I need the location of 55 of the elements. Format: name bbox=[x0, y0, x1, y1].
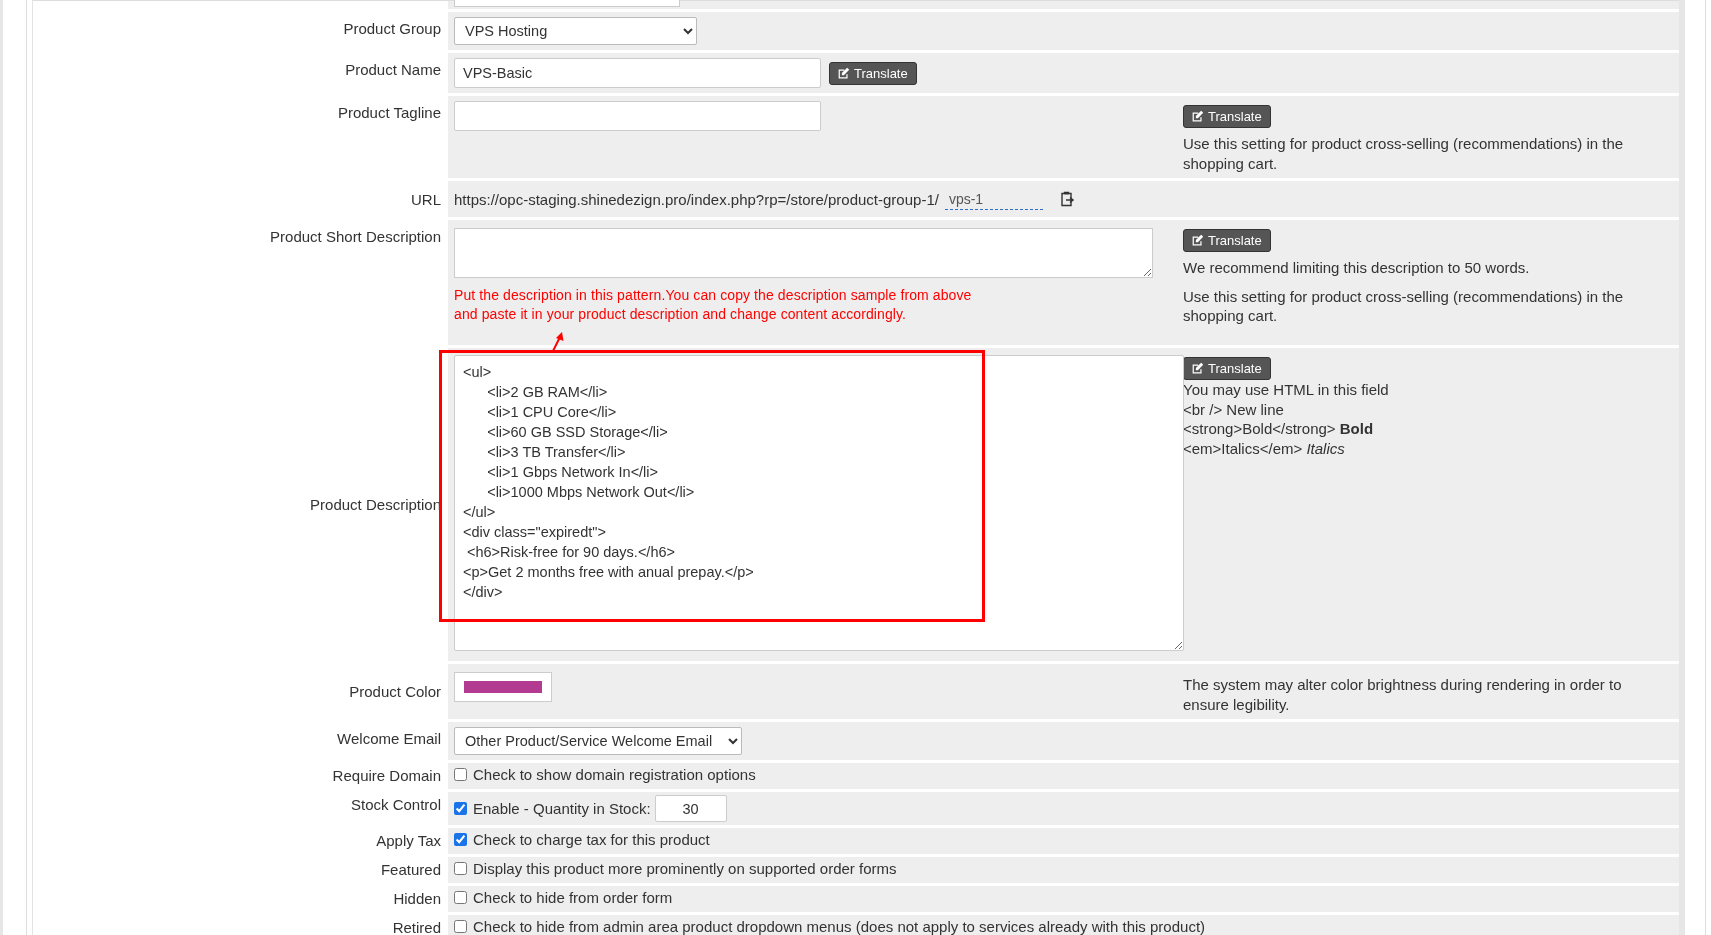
help-text: Use this setting for product cross-selling (recommendations) in the shopping cart. bbox=[1183, 286, 1625, 326]
clipboard-icon[interactable] bbox=[1058, 191, 1075, 207]
color-field[interactable] bbox=[454, 672, 552, 702]
field-label: Require Domain bbox=[331, 766, 442, 786]
help-text: The system may alter color brightness during rendering in order to ensure legibility. bbox=[1183, 675, 1623, 714]
checkbox-label: Enable - Quantity in Stock: bbox=[473, 800, 651, 817]
translate-button[interactable]: Translate bbox=[1183, 229, 1271, 252]
help-text: <br /> New line bbox=[1183, 399, 1285, 419]
field-label: Apply Tax bbox=[375, 831, 442, 851]
field-label: Welcome Email bbox=[336, 729, 442, 749]
checkbox-label: Check to hide from admin area product dropdown menus (does not apply to services already with this product) bbox=[473, 918, 1206, 935]
help-text: Use this setting for product cross-selling (recommendations) in the shopping cart. bbox=[1183, 134, 1625, 173]
field-label: Product Short Description bbox=[269, 227, 442, 247]
field-label: Retired bbox=[391, 918, 442, 935]
edit-icon bbox=[837, 66, 850, 80]
field-label: Product Group bbox=[342, 19, 442, 39]
help-text: You may use HTML in this field bbox=[1183, 380, 1390, 400]
help-text: We recommend limiting this description to 50 words. bbox=[1183, 258, 1531, 278]
url-text: https://opc-staging.shinedezign.pro/index.php?rp=/store/product-group-1/ bbox=[454, 190, 939, 208]
annotation-note: Put the description in this pattern.You can copy the description sample from above and paste it in your product description and change content accordingly. bbox=[454, 286, 973, 324]
checkbox[interactable] bbox=[454, 833, 467, 846]
help-text: <em>Italics</em> Italics bbox=[1183, 438, 1346, 458]
edit-icon bbox=[1191, 234, 1204, 247]
field-label: Product Tagline bbox=[336, 103, 442, 123]
checkbox[interactable] bbox=[454, 891, 467, 904]
help-text: <strong>Bold</strong> Bold bbox=[1183, 419, 1375, 439]
checkbox-label: Check to charge tax for this product bbox=[473, 831, 710, 848]
checkbox-label: Check to show domain registration options bbox=[473, 766, 756, 783]
slug-field[interactable]: vps-1 bbox=[944, 188, 1043, 210]
code-text-area[interactable]: <ul> <li>2 GB RAM</li> <li>1 CPU Core</li> <li>60 GB SSD Storage</li> <li>3 TB Transfer</li> <li>1 Gbps Network In</li> <li>1000 Mbps Network Out</li> </ul> <div class="expiredt"> <h6>Risk-free for 90 days.</h6> <p>Get 2 months free with anual prepay.</p> </div> bbox=[454, 355, 1184, 651]
translate-button[interactable]: Translate bbox=[1183, 105, 1271, 128]
select-field[interactable]: Other Product/Service Welcome Email bbox=[454, 727, 742, 755]
checkbox-label: Display this product more prominently on supported order forms bbox=[473, 860, 897, 877]
checkbox[interactable] bbox=[454, 768, 467, 781]
field-label: Product Color bbox=[348, 683, 442, 700]
quantity-field[interactable]: 30 bbox=[654, 795, 727, 822]
text-field[interactable]: VPS-Basic bbox=[454, 58, 821, 88]
field-label: Hidden bbox=[392, 889, 442, 909]
checkbox[interactable] bbox=[454, 802, 467, 815]
checkbox[interactable] bbox=[454, 920, 467, 933]
field-label: Product Description bbox=[309, 496, 442, 513]
edit-icon bbox=[1191, 110, 1204, 123]
text-field[interactable] bbox=[454, 101, 821, 131]
field-label: Stock Control bbox=[349, 795, 442, 815]
field-label: Product Name bbox=[344, 60, 442, 80]
annotation-arrow bbox=[552, 332, 564, 351]
select-field[interactable]: VPS Hosting bbox=[454, 17, 697, 45]
translate-button[interactable]: Translate bbox=[1183, 357, 1271, 380]
field-label: URL bbox=[410, 190, 442, 208]
edit-icon bbox=[1191, 362, 1204, 375]
translate-button[interactable]: Translate bbox=[829, 61, 917, 85]
field-label: Featured bbox=[379, 860, 442, 880]
checkbox-label: Check to hide from order form bbox=[473, 889, 673, 906]
select-field[interactable] bbox=[454, 0, 680, 7]
checkbox[interactable] bbox=[454, 862, 467, 875]
